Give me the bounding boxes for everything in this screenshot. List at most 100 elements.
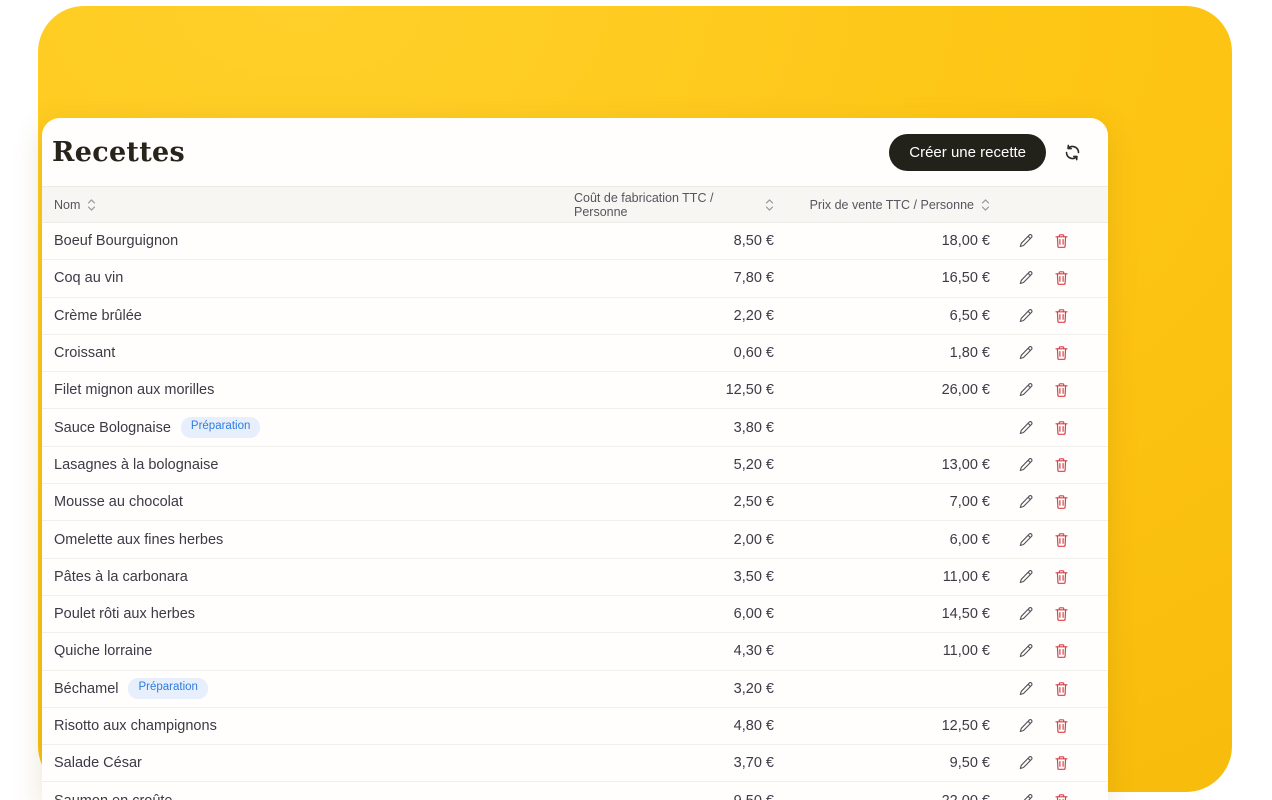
edit-button[interactable] <box>1016 679 1036 699</box>
delete-button[interactable] <box>1052 604 1071 624</box>
edit-button[interactable] <box>1016 641 1036 661</box>
cost-value: 12,50 € <box>574 382 774 398</box>
delete-button[interactable] <box>1052 791 1071 800</box>
column-header-prix-vente[interactable]: Prix de vente TTC / Personne <box>774 198 990 212</box>
recipe-name: Filet mignon aux morilles <box>54 382 214 398</box>
table-row: Filet mignon aux morilles 12,50 € 26,00 … <box>42 372 1108 409</box>
pencil-icon <box>1018 270 1034 286</box>
pencil-icon <box>1018 569 1034 585</box>
delete-button[interactable] <box>1052 679 1071 699</box>
delete-button[interactable] <box>1052 716 1071 736</box>
name-cell: Croissant <box>54 345 574 361</box>
edit-button[interactable] <box>1016 530 1036 550</box>
delete-button[interactable] <box>1052 455 1071 475</box>
name-cell: Sauce Bolognaise Préparation <box>54 417 574 438</box>
edit-button[interactable] <box>1016 231 1036 251</box>
column-label: Prix de vente TTC / Personne <box>810 198 974 212</box>
recipe-name: Salade César <box>54 755 142 771</box>
column-header-cout-fabrication[interactable]: Coût de fabrication TTC / Personne <box>574 191 774 219</box>
recipes-panel: Recettes Créer une recette Nom <box>42 118 1108 800</box>
recipe-name: Béchamel <box>54 681 118 697</box>
table-row: Sauce Bolognaise Préparation 3,80 € <box>42 409 1108 446</box>
table-row: Quiche lorraine 4,30 € 11,00 € <box>42 633 1108 670</box>
table-row: Croissant 0,60 € 1,80 € <box>42 335 1108 372</box>
edit-button[interactable] <box>1016 343 1036 363</box>
cost-value: 8,50 € <box>574 233 774 249</box>
pencil-icon <box>1018 494 1034 510</box>
pencil-icon <box>1018 606 1034 622</box>
price-value: 6,50 € <box>774 308 990 324</box>
edit-button[interactable] <box>1016 455 1036 475</box>
price-value: 13,00 € <box>774 457 990 473</box>
edit-button[interactable] <box>1016 716 1036 736</box>
table-row: Risotto aux champignons 4,80 € 12,50 € <box>42 708 1108 745</box>
sort-icon <box>87 198 96 212</box>
pencil-icon <box>1018 681 1034 697</box>
recipe-name: Coq au vin <box>54 270 123 286</box>
actions-cell <box>990 492 1096 512</box>
price-value: 9,50 € <box>774 755 990 771</box>
table-row: Salade César 3,70 € 9,50 € <box>42 745 1108 782</box>
recipe-name: Omelette aux fines herbes <box>54 532 223 548</box>
actions-cell <box>990 380 1096 400</box>
delete-button[interactable] <box>1052 641 1071 661</box>
trash-icon <box>1054 382 1069 398</box>
delete-button[interactable] <box>1052 380 1071 400</box>
create-recipe-button[interactable]: Créer une recette <box>889 134 1046 171</box>
table-row: Crème brûlée 2,20 € 6,50 € <box>42 298 1108 335</box>
cost-value: 3,80 € <box>574 420 774 436</box>
trash-icon <box>1054 457 1069 473</box>
delete-button[interactable] <box>1052 231 1071 251</box>
name-cell: Poulet rôti aux herbes <box>54 606 574 622</box>
delete-button[interactable] <box>1052 492 1071 512</box>
delete-button[interactable] <box>1052 343 1071 363</box>
table-row: Boeuf Bourguignon 8,50 € 18,00 € <box>42 223 1108 260</box>
name-cell: Béchamel Préparation <box>54 678 574 699</box>
edit-button[interactable] <box>1016 380 1036 400</box>
header-actions: Créer une recette <box>889 134 1082 171</box>
cost-value: 9,50 € <box>574 793 774 800</box>
refresh-button[interactable] <box>1063 143 1082 162</box>
recipe-name: Quiche lorraine <box>54 643 152 659</box>
preparation-badge: Préparation <box>181 417 260 438</box>
delete-button[interactable] <box>1052 268 1071 288</box>
edit-button[interactable] <box>1016 306 1036 326</box>
edit-button[interactable] <box>1016 604 1036 624</box>
name-cell: Mousse au chocolat <box>54 494 574 510</box>
actions-cell <box>990 716 1096 736</box>
actions-cell <box>990 641 1096 661</box>
page-title: Recettes <box>52 137 185 168</box>
actions-cell <box>990 679 1096 699</box>
edit-button[interactable] <box>1016 791 1036 800</box>
actions-cell <box>990 791 1096 800</box>
edit-button[interactable] <box>1016 567 1036 587</box>
trash-icon <box>1054 233 1069 249</box>
table-header-row: Nom Coût de fabrication TTC / Personne P… <box>42 186 1108 223</box>
delete-button[interactable] <box>1052 530 1071 550</box>
price-value: 22,00 € <box>774 793 990 800</box>
price-value: 26,00 € <box>774 382 990 398</box>
name-cell: Pâtes à la carbonara <box>54 569 574 585</box>
table-row: Lasagnes à la bolognaise 5,20 € 13,00 € <box>42 447 1108 484</box>
name-cell: Omelette aux fines herbes <box>54 532 574 548</box>
recipe-name: Mousse au chocolat <box>54 494 183 510</box>
name-cell: Risotto aux champignons <box>54 718 574 734</box>
delete-button[interactable] <box>1052 306 1071 326</box>
delete-button[interactable] <box>1052 418 1071 438</box>
cost-value: 0,60 € <box>574 345 774 361</box>
edit-button[interactable] <box>1016 753 1036 773</box>
price-value: 1,80 € <box>774 345 990 361</box>
trash-icon <box>1054 793 1069 800</box>
delete-button[interactable] <box>1052 753 1071 773</box>
edit-button[interactable] <box>1016 492 1036 512</box>
pencil-icon <box>1018 755 1034 771</box>
edit-button[interactable] <box>1016 268 1036 288</box>
pencil-icon <box>1018 793 1034 800</box>
name-cell: Quiche lorraine <box>54 643 574 659</box>
cost-value: 2,50 € <box>574 494 774 510</box>
cost-value: 4,30 € <box>574 643 774 659</box>
column-header-nom[interactable]: Nom <box>54 198 574 212</box>
edit-button[interactable] <box>1016 418 1036 438</box>
delete-button[interactable] <box>1052 567 1071 587</box>
cost-value: 3,20 € <box>574 681 774 697</box>
